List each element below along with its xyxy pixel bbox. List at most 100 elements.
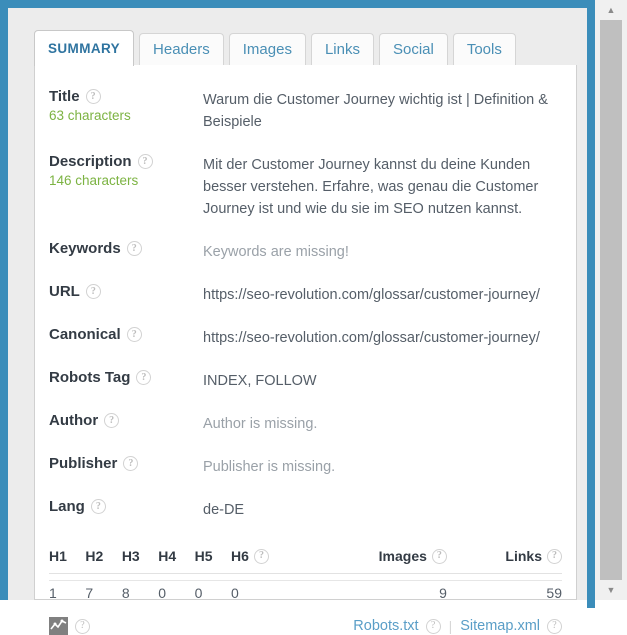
help-icon[interactable]: ? [104, 413, 120, 429]
meta-list: Title ? 63 characters Warum die Customer… [35, 65, 576, 521]
meta-label-col: Publisher ? [49, 454, 203, 478]
meta-label-col: Author ? [49, 411, 203, 435]
meta-label-col: Lang ? [49, 497, 203, 521]
meta-value-url: https://seo-revolution.com/glossar/custo… [203, 287, 540, 304]
help-icon[interactable]: ? [425, 618, 441, 634]
page-canvas: SUMMARY Headers Images Links Social Tool… [16, 16, 587, 635]
meta-value-canonical: https://seo-revolution.com/glossar/custo… [203, 330, 540, 347]
right-frame-rail [587, 8, 595, 608]
help-icon[interactable]: ? [547, 618, 562, 634]
help-icon[interactable]: ? [75, 618, 90, 634]
meta-label-col: Robots Tag ? [49, 368, 203, 392]
scroll-up-arrow-icon[interactable]: ▲ [595, 0, 627, 20]
tab-social[interactable]: Social [378, 33, 448, 65]
heading-counts-table: H1 H2 H3 H4 H5 H6? Images? Links? 1 7 8 … [49, 540, 562, 611]
meta-label-text: Lang [49, 498, 85, 516]
table-head: H1 H2 H3 H4 H5 H6? Images? Links? [49, 540, 562, 575]
description-character-count: 146 characters [49, 173, 139, 189]
col-h2: H2 [85, 540, 122, 575]
meta-label-author: Author ? [49, 412, 203, 429]
help-icon[interactable]: ? [137, 154, 153, 170]
meta-value-title: Warum die Customer Journey wichtig ist |… [203, 92, 548, 131]
meta-label-description: Description ? [49, 153, 203, 170]
help-icon[interactable]: ? [85, 284, 101, 300]
col-h3: H3 [121, 540, 159, 575]
help-icon[interactable]: ? [126, 327, 142, 343]
line-chart-icon[interactable] [49, 617, 68, 635]
meta-row-author: Author ? Author is missing. [35, 411, 576, 435]
col-h6-label: H6 [231, 548, 249, 565]
help-icon[interactable]: ? [90, 499, 106, 515]
meta-value-publisher: Publisher is missing. [203, 459, 336, 476]
col-images: Images? [308, 540, 447, 575]
col-h4: H4 [158, 540, 195, 575]
meta-row-keywords: Keywords ? Keywords are missing! [35, 239, 576, 263]
summary-panel: Title ? 63 characters Warum die Customer… [34, 65, 577, 635]
meta-label-text: Robots Tag [49, 369, 131, 387]
tab-images[interactable]: Images [228, 33, 306, 65]
counts-section: H1 H2 H3 H4 H5 H6? Images? Links? 1 7 8 … [35, 540, 576, 611]
meta-label-publisher: Publisher ? [49, 455, 203, 472]
table-header-row: H1 H2 H3 H4 H5 H6? Images? Links? [49, 540, 562, 575]
footer-left-group: ? [49, 617, 90, 635]
col-h4-label: H4 [158, 548, 177, 565]
meta-label-lang: Lang ? [49, 498, 203, 515]
meta-row-lang: Lang ? de-DE [35, 497, 576, 521]
help-icon[interactable]: ? [253, 548, 269, 564]
meta-label-text: URL [49, 283, 80, 301]
meta-value-description: Mit der Customer Journey kannst du deine… [203, 157, 539, 218]
browser-extension-panel: SUMMARY Headers Images Links Social Tool… [0, 0, 627, 635]
meta-row-description: Description ? 146 characters Mit der Cus… [35, 152, 576, 220]
robots-txt-link[interactable]: Robots.txt [353, 618, 418, 634]
meta-row-publisher: Publisher ? Publisher is missing. [35, 454, 576, 478]
col-h6: H6? [231, 540, 309, 575]
tab-tools[interactable]: Tools [452, 33, 516, 65]
meta-label-col: Title ? 63 characters [49, 87, 203, 133]
meta-label-title: Title ? [49, 88, 203, 105]
tab-summary[interactable]: SUMMARY [34, 30, 135, 66]
panel-footer: ? Robots.txt ? | Sitemap.xml ? [35, 611, 576, 635]
meta-label-canonical: Canonical ? [49, 326, 203, 343]
col-h3-label: H3 [121, 548, 140, 565]
tab-links[interactable]: Links [310, 33, 374, 65]
meta-label-keywords: Keywords ? [49, 240, 203, 257]
meta-label-text: Author [49, 412, 99, 430]
scrollbar-thumb[interactable] [600, 20, 622, 580]
meta-label-text: Publisher [49, 455, 118, 473]
vertical-scrollbar[interactable]: ▲ ▼ [595, 0, 627, 600]
help-icon[interactable]: ? [123, 456, 139, 472]
help-icon[interactable]: ? [431, 548, 447, 564]
help-icon[interactable]: ? [126, 241, 142, 257]
meta-label-text: Title [49, 88, 80, 105]
meta-value-robots-tag: INDEX, FOLLOW [203, 373, 317, 390]
meta-value-keywords: Keywords are missing! [203, 244, 349, 261]
bottom-divider [49, 580, 562, 581]
meta-value-lang: de-DE [203, 502, 245, 519]
meta-row-url: URL ? https://seo-revolution.com/glossar… [35, 282, 576, 306]
meta-label-col: URL ? [49, 282, 203, 306]
footer-separator: | [448, 618, 453, 635]
col-h2-label: H2 [85, 548, 104, 565]
meta-row-title: Title ? 63 characters Warum die Customer… [35, 87, 576, 133]
tab-headers[interactable]: Headers [139, 33, 224, 65]
meta-label-text: Description [49, 153, 132, 171]
help-icon[interactable]: ? [136, 370, 152, 386]
meta-label-col: Canonical ? [49, 325, 203, 349]
title-character-count: 63 characters [49, 108, 131, 123]
col-h1-label: H1 [49, 548, 67, 565]
meta-label-col: Keywords ? [49, 239, 203, 263]
help-icon[interactable]: ? [85, 89, 101, 104]
col-h5: H5 [194, 540, 232, 575]
scroll-down-arrow-icon[interactable]: ▼ [595, 580, 627, 600]
help-icon[interactable]: ? [547, 548, 562, 564]
meta-label-robots-tag: Robots Tag ? [49, 369, 203, 386]
col-images-label: Images [378, 548, 427, 565]
meta-row-canonical: Canonical ? https://seo-revolution.com/g… [35, 325, 576, 349]
tab-bar: SUMMARY Headers Images Links Social Tool… [34, 30, 577, 66]
meta-label-text: Canonical [49, 326, 121, 344]
col-h1: H1 [49, 540, 86, 575]
sitemap-xml-link[interactable]: Sitemap.xml [460, 618, 540, 634]
meta-value-author: Author is missing. [203, 416, 318, 433]
col-h5-label: H5 [194, 548, 213, 565]
meta-label-col: Description ? 146 characters [49, 152, 203, 220]
